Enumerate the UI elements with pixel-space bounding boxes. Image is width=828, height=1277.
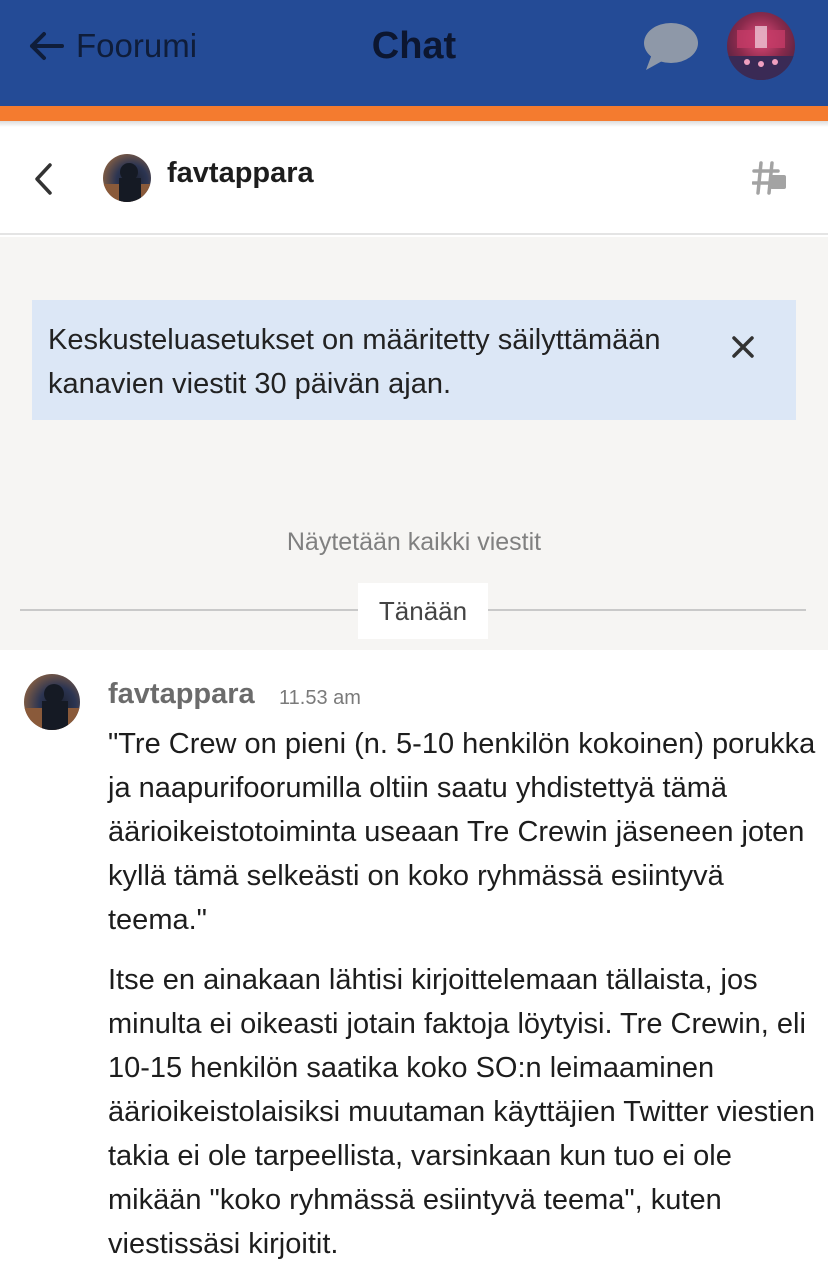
retention-notice: Keskusteluasetukset on määritetty säilyt… xyxy=(32,300,796,420)
date-divider-line-right xyxy=(488,609,806,611)
top-navbar: Foorumi Chat xyxy=(0,0,828,106)
forum-back-link[interactable]: Foorumi xyxy=(28,22,197,70)
channel-name: favtappara xyxy=(167,157,314,189)
forum-back-label: Foorumi xyxy=(76,27,198,64)
date-divider: Tänään xyxy=(358,583,488,639)
avatar-photo-icon xyxy=(24,684,80,730)
channel-header: favtappara xyxy=(0,127,828,235)
avatar-photo-icon xyxy=(103,163,151,202)
show-all-messages-label: Näytetään kaikki viestit xyxy=(286,528,542,556)
hash-settings-icon[interactable] xyxy=(752,161,788,195)
message-paragraph-2: Itse en ainakaan lähtisi kirjoittelemaan… xyxy=(108,964,816,1260)
message-author[interactable]: favtappara xyxy=(108,678,255,711)
avatar-photo-icon xyxy=(727,26,795,80)
user-avatar[interactable] xyxy=(727,12,795,80)
header-accent-stripe xyxy=(0,106,828,121)
message-avatar[interactable] xyxy=(24,674,80,730)
message-paragraph-1: "Tre Crew on pieni (n. 5-10 henkilön kok… xyxy=(108,728,816,936)
channel-avatar xyxy=(103,154,151,202)
chat-bubble-icon[interactable] xyxy=(640,20,700,72)
chevron-left-icon[interactable] xyxy=(30,161,58,197)
message-timestamp: 11.53 am xyxy=(279,687,361,709)
arrow-left-icon xyxy=(30,32,64,60)
close-icon[interactable] xyxy=(730,334,756,360)
date-divider-line-left xyxy=(20,609,358,611)
chat-app: Foorumi Chat favtappara Keskusteluasetuk… xyxy=(0,0,828,1277)
message-body: "Tre Crew on pieni (n. 5-10 henkilön kok… xyxy=(108,722,820,1277)
